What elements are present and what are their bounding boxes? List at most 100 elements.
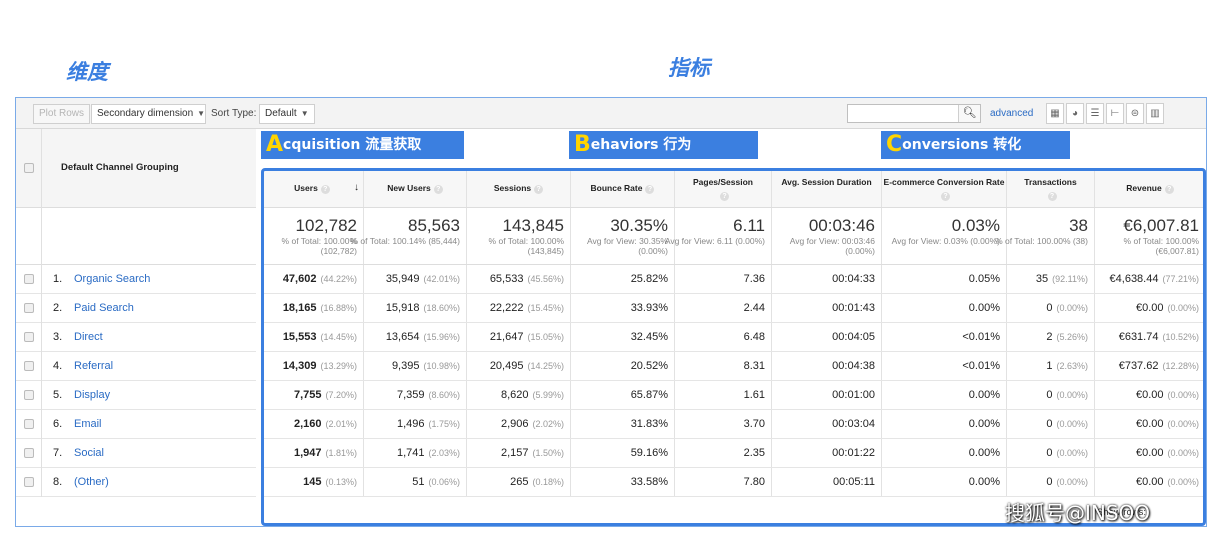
channel-link[interactable]: Social xyxy=(74,447,104,459)
help-icon[interactable]: ? xyxy=(433,185,443,194)
plot-rows-button[interactable]: Plot Rows xyxy=(33,104,91,124)
row-checkbox[interactable] xyxy=(24,332,34,342)
channel-link[interactable]: Email xyxy=(74,418,102,430)
help-icon[interactable]: ? xyxy=(941,192,950,201)
column-header[interactable]: New Users? xyxy=(364,170,467,207)
row-checkbox[interactable] xyxy=(24,419,34,429)
metric-cell: 59.16% xyxy=(571,439,675,467)
total-value: 0.03% xyxy=(951,216,1000,235)
metric-value-wrap: €0.00 (0.00%) xyxy=(1136,302,1199,314)
metric-percent: (8.60%) xyxy=(428,390,460,400)
metric-value-wrap: 33.58% xyxy=(631,476,668,488)
row-checkbox[interactable] xyxy=(24,361,34,371)
metric-percent: (1.50%) xyxy=(532,448,564,458)
metric-value: 33.93% xyxy=(630,302,668,314)
metric-value: 7.36 xyxy=(743,273,765,285)
column-header[interactable]: Avg. Session Duration xyxy=(772,170,882,207)
help-icon[interactable]: ? xyxy=(720,192,729,201)
pie-view-icon[interactable]: ◕ xyxy=(1066,103,1084,124)
row-checkbox[interactable] xyxy=(24,448,34,458)
metric-cell: 15,553 (14.45%) xyxy=(261,323,364,351)
help-icon[interactable]: ? xyxy=(645,185,655,194)
column-header[interactable]: Pages/Session? xyxy=(675,170,772,207)
term-cloud-icon[interactable]: ⊜ xyxy=(1126,103,1144,124)
metric-percent: (18.60%) xyxy=(423,303,460,313)
metric-value-wrap: €4,638.44 (77.21%) xyxy=(1110,273,1199,285)
metric-percent: (44.22%) xyxy=(320,274,357,284)
metric-cell: 0 (0.00%) xyxy=(1007,294,1095,322)
channel-link[interactable]: Direct xyxy=(74,331,103,343)
metric-cell: 0.05% xyxy=(882,265,1007,293)
total-value: 38 xyxy=(1069,216,1088,235)
total-value: 85,563 xyxy=(408,216,460,235)
sort-type-select[interactable]: Default ▼ xyxy=(259,104,315,124)
help-icon[interactable]: ? xyxy=(1164,185,1174,194)
metric-value-wrap: €737.62 (12.28%) xyxy=(1119,360,1199,372)
help-icon[interactable]: ? xyxy=(1047,192,1057,201)
metric-percent: (0.00%) xyxy=(1167,419,1199,429)
metric-percent: (0.00%) xyxy=(1167,448,1199,458)
column-header[interactable]: Bounce Rate? xyxy=(571,170,675,207)
table-row: 7,755 (7.20%) 7,359 (8.60%) 8,620 (5.99%) 65.8… xyxy=(261,381,1206,410)
metric-value: 9,395 xyxy=(391,360,420,372)
total-subtext: Avg for View: 30.35% (0.00%) xyxy=(587,236,668,256)
metric-cell: 0.00% xyxy=(882,294,1007,322)
metric-cell: 2,906 (2.02%) xyxy=(467,410,571,438)
channel-link[interactable]: Paid Search xyxy=(74,302,134,314)
performance-view-icon[interactable]: ☰ xyxy=(1086,103,1104,124)
metric-cell: 65.87% xyxy=(571,381,675,409)
search-icon[interactable]: 🔍︎ xyxy=(958,105,980,122)
help-icon[interactable]: ? xyxy=(320,185,330,194)
metric-value: 7,359 xyxy=(396,389,425,401)
row-checkbox[interactable] xyxy=(24,390,34,400)
metric-value-wrap: 00:03:04 xyxy=(832,418,875,430)
section-title: ehaviors 行为 xyxy=(590,137,692,153)
channel-link[interactable]: Referral xyxy=(74,360,113,372)
metric-percent: (12.28%) xyxy=(1162,361,1199,371)
totals-row-label xyxy=(16,208,256,265)
metric-cell: 13,654 (15.96%) xyxy=(364,323,467,351)
search-input[interactable]: 🔍︎ xyxy=(847,104,981,123)
metric-value-wrap: 8,620 (5.99%) xyxy=(501,389,564,401)
metric-value: 2,906 xyxy=(500,418,529,430)
metric-value-wrap: 00:04:38 xyxy=(832,360,875,372)
secondary-dimension-select[interactable]: Secondary dimension ▼ xyxy=(91,104,206,124)
advanced-link[interactable]: advanced xyxy=(990,108,1033,119)
row-checkbox[interactable] xyxy=(24,274,34,284)
metric-value: <0.01% xyxy=(962,331,1000,343)
comparison-view-icon[interactable]: ⊢ xyxy=(1106,103,1124,124)
help-icon[interactable]: ? xyxy=(534,185,544,194)
row-checkbox[interactable] xyxy=(24,303,34,313)
sort-down-icon[interactable]: ↓ xyxy=(354,182,359,193)
total-cell: 85,563% of Total: 100.14% (85,444) xyxy=(351,208,467,264)
metric-value-wrap: 2.44 xyxy=(744,302,765,314)
channel-link[interactable]: Organic Search xyxy=(74,273,150,285)
metric-value-wrap: 22,222 (15.45%) xyxy=(490,302,564,314)
column-header[interactable]: Sessions? xyxy=(467,170,571,207)
metric-percent: (15.96%) xyxy=(423,332,460,342)
column-header[interactable]: Users? ↓ xyxy=(261,170,364,207)
metric-value: 2.44 xyxy=(743,302,765,314)
metric-percent: (7.20%) xyxy=(325,390,357,400)
column-header[interactable]: Transactions? xyxy=(1007,170,1095,207)
row-checkbox[interactable] xyxy=(24,477,34,487)
metric-cell: 15,918 (18.60%) xyxy=(364,294,467,322)
column-header[interactable]: Revenue? xyxy=(1095,170,1206,207)
metric-value: 00:01:22 xyxy=(832,447,875,459)
total-subtext: % of Total: 100.00% (143,845) xyxy=(488,236,564,256)
metric-value: 1 xyxy=(1046,360,1053,372)
channel-link[interactable]: Display xyxy=(74,389,110,401)
pivot-view-icon[interactable]: ▥ xyxy=(1146,103,1164,124)
metric-value: 0.00% xyxy=(968,302,1000,314)
metric-value-wrap: 2,160 (2.01%) xyxy=(294,418,357,430)
channel-link[interactable]: (Other) xyxy=(74,476,109,488)
table-view-icon[interactable]: ▦ xyxy=(1046,103,1064,124)
metric-value-wrap: 15,553 (14.45%) xyxy=(283,331,357,343)
metric-value-wrap: 14,309 (13.29%) xyxy=(283,360,357,372)
row-number: 1. xyxy=(53,273,63,285)
metric-value: 6.48 xyxy=(743,331,765,343)
metric-cell: 20,495 (14.25%) xyxy=(467,352,571,380)
column-header[interactable]: E-commerce Conversion Rate? xyxy=(882,170,1007,207)
select-all-checkbox[interactable] xyxy=(24,163,34,173)
metric-cell: 00:04:38 xyxy=(772,352,882,380)
